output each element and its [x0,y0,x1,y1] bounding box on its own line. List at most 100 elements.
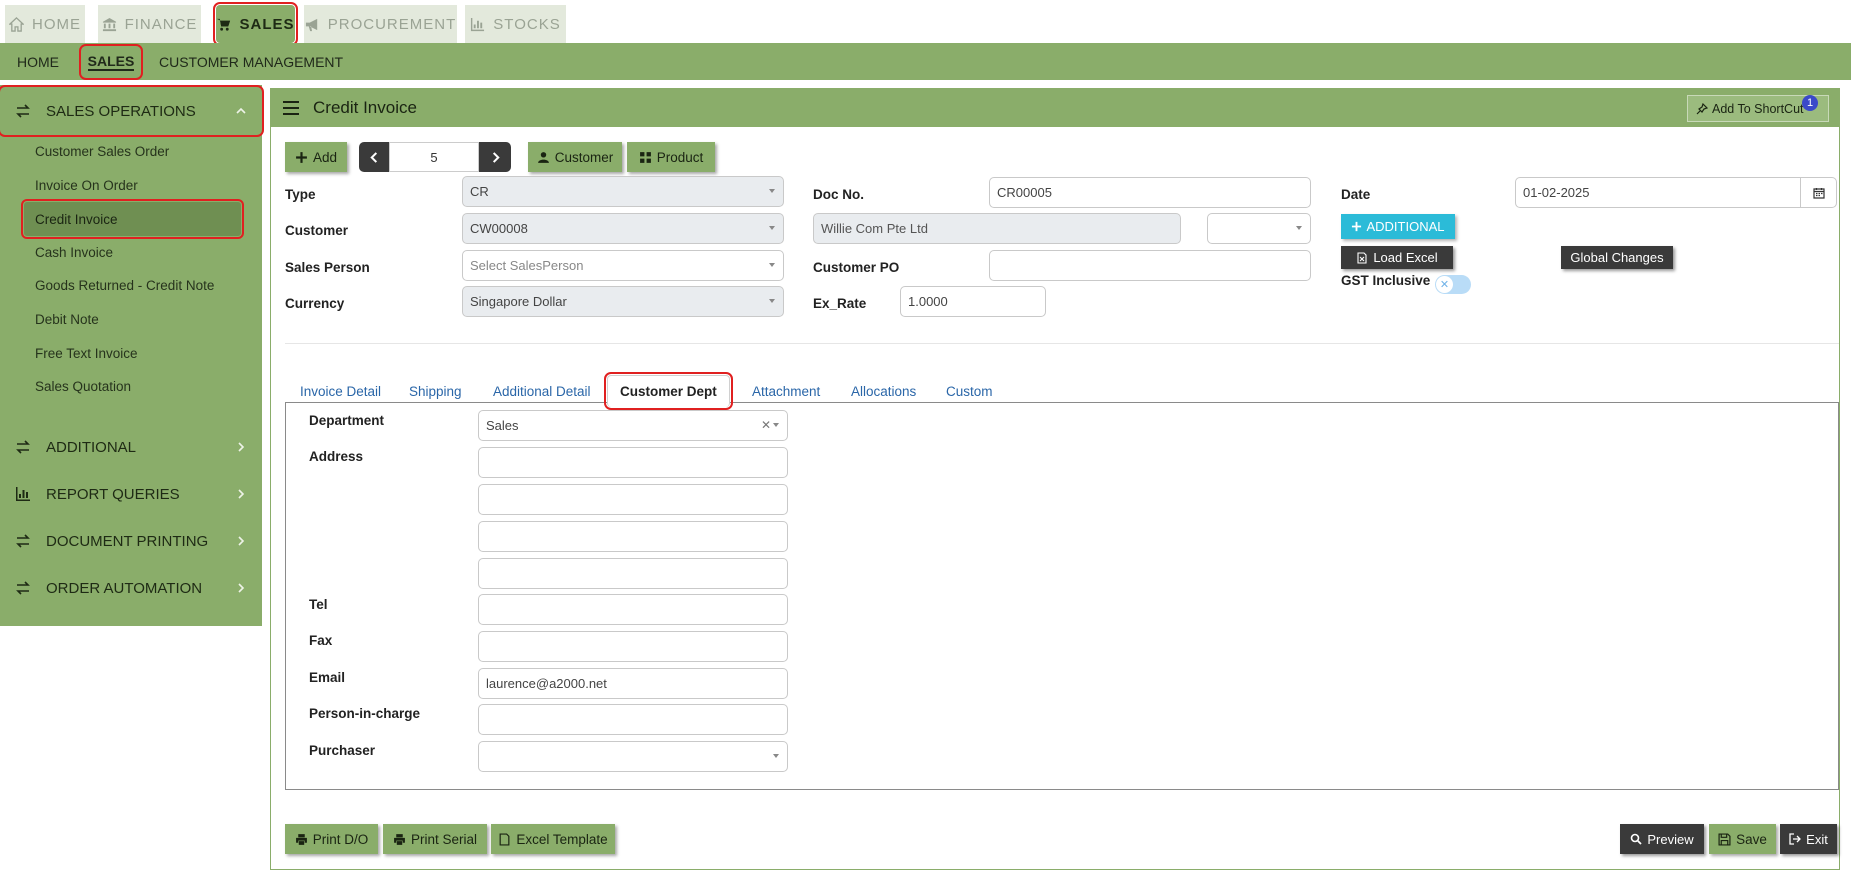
sales-person-select[interactable]: Select SalesPerson [462,250,784,281]
sidebar-section-label: ADDITIONAL [46,438,137,456]
clear-icon[interactable]: ✕ [761,418,771,432]
purchaser-select[interactable] [478,741,788,772]
exchange-icon [16,440,30,454]
add-to-shortcut-button[interactable]: Add To ShortCut 1 [1687,95,1829,122]
address-line-2-field[interactable] [478,484,788,515]
previous-record-button[interactable] [359,142,389,172]
top-tab-finance[interactable]: FINANCE [98,5,201,43]
customer-value: CW00008 [470,221,528,236]
ex-rate-field[interactable]: 1.0000 [900,286,1046,317]
sidebar-item-credit-invoice[interactable]: Credit Invoice [21,199,244,239]
add-button[interactable]: Add [285,142,347,172]
doc-no-field[interactable]: CR00005 [989,177,1311,208]
sidebar-item-cash-invoice[interactable]: Cash Invoice [35,238,113,266]
customer-button[interactable]: Customer [528,142,622,172]
subnav-customer-management[interactable]: CUSTOMER MANAGEMENT [159,43,343,80]
date-label: Date [1341,187,1371,202]
close-icon: ✕ [1436,276,1453,293]
sidebar-item-customer-sales-order[interactable]: Customer Sales Order [35,137,169,165]
excel-template-button[interactable]: Excel Template [491,824,615,854]
gst-inclusive-label: GST Inclusive [1341,273,1431,288]
sidebar-item-free-text-invoice[interactable]: Free Text Invoice [35,339,138,367]
search-icon [1631,833,1643,845]
save-label: Save [1736,831,1767,847]
top-tab-stocks[interactable]: STOCKS [465,5,566,43]
sidebar-item-invoice-on-order[interactable]: Invoice On Order [35,171,138,199]
load-excel-label: Load Excel [1373,250,1438,265]
print-icon [394,833,405,845]
sidebar-item-label: Goods Returned - Credit Note [35,277,215,293]
print-do-label: Print D/O [312,831,369,847]
tab-customer-dept[interactable]: Customer Dept [604,372,733,410]
date-value: 01-02-2025 [1523,185,1590,200]
file-excel-icon [1357,251,1367,264]
sidebar-section-label: REPORT QUERIES [46,485,180,503]
sidebar-item-sales-quotation[interactable]: Sales Quotation [35,372,131,400]
subnav-sales[interactable]: SALES [79,44,143,80]
date-field[interactable]: 01-02-2025 [1515,177,1837,208]
sidebar-item-goods-returned[interactable]: Goods Returned - Credit Note [35,271,214,299]
currency-label: Currency [285,296,345,311]
sidebar-section-additional[interactable]: ADDITIONAL [1,424,261,470]
top-tab-sales[interactable]: SALES [213,2,298,46]
preview-button[interactable]: Preview [1620,824,1704,854]
pin-icon [1696,102,1708,114]
type-select[interactable]: CR [462,176,784,207]
customer-po-field[interactable] [989,250,1311,281]
product-button[interactable]: Product [627,142,715,172]
top-tab-label: SALES [239,15,295,33]
exit-button[interactable]: Exit [1780,824,1837,854]
caret-down-icon [1296,226,1302,230]
calendar-button[interactable] [1800,178,1836,207]
sidebar-section-report-queries[interactable]: REPORT QUERIES [1,471,261,517]
address-line-4-field[interactable] [478,558,788,589]
chevron-up-icon [236,107,246,114]
sidebar-section-sales-operations[interactable]: SALES OPERATIONS [0,85,264,137]
divider [285,343,1839,344]
exchange-icon [16,534,30,548]
caret-down-icon [769,226,775,230]
home-icon [9,16,24,32]
customer-dept-panel: Department Sales ✕ Address Tel Fax Email… [285,402,1839,790]
top-tab-home[interactable]: HOME [5,5,85,43]
subnav-label: SALES [87,53,135,71]
customer-name-field[interactable]: Willie Com Pte Ltd [813,213,1181,244]
next-record-button[interactable] [479,142,511,172]
print-do-button[interactable]: Print D/O [285,824,378,854]
tab-label: Customer Dept [620,384,717,399]
subnav-home[interactable]: HOME [17,43,59,80]
fax-field[interactable] [478,631,788,662]
record-number-field[interactable]: 5 [389,142,479,172]
sidebar-section-document-printing[interactable]: DOCUMENT PRINTING [1,518,261,564]
sidebar-item-debit-note[interactable]: Debit Note [35,305,99,333]
top-tab-procurement[interactable]: PROCUREMENT [304,5,457,43]
currency-select[interactable]: Singapore Dollar [462,286,784,317]
print-serial-button[interactable]: Print Serial [383,824,487,854]
top-tab-label: STOCKS [493,15,561,33]
top-tab-label: FINANCE [124,15,198,33]
sidebar-section-order-automation[interactable]: ORDER AUTOMATION [1,565,261,611]
tel-field[interactable] [478,594,788,625]
load-excel-button[interactable]: Load Excel [1341,246,1453,269]
gst-inclusive-toggle[interactable]: ✕ [1435,275,1471,294]
plus-icon [296,151,307,163]
top-tab-label: HOME [32,15,81,33]
person-in-charge-field[interactable] [478,704,788,735]
global-changes-button[interactable]: Global Changes [1561,246,1673,269]
menu-icon[interactable] [283,101,299,115]
caret-down-icon [769,299,775,303]
additional-button[interactable]: ADDITIONAL [1341,214,1455,239]
chevron-right-icon [238,489,245,499]
doc-no-label: Doc No. [813,187,865,202]
customer-select[interactable]: CW00008 [462,213,784,244]
email-field[interactable]: laurence@a2000.net [478,668,788,699]
address-line-1-field[interactable] [478,447,788,478]
file-icon [499,832,510,846]
address-line-3-field[interactable] [478,521,788,552]
department-select[interactable]: Sales ✕ [478,410,788,441]
customer-po-label: Customer PO [813,260,900,275]
ex-rate-value: 1.0000 [908,294,948,309]
save-button[interactable]: Save [1709,824,1776,854]
customer-extra-select[interactable] [1207,213,1311,244]
email-value: laurence@a2000.net [486,676,607,691]
